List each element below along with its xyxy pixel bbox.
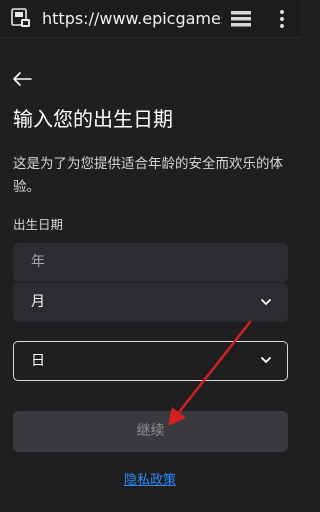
day-select[interactable]: 日 [13, 341, 288, 381]
tabs-icon[interactable] [229, 8, 255, 30]
chevron-down-icon [261, 357, 271, 363]
app-screen: https://www.epicgames.c 输入您的出生日期 这是为了为您提… [0, 0, 300, 512]
browser-address-bar: https://www.epicgames.c [0, 0, 300, 38]
url-text[interactable]: https://www.epicgames.c [42, 9, 222, 29]
year-input[interactable]: 年 [13, 243, 288, 282]
page-description: 这是为了为您提供适合年龄的安全而欢乐的体验。 [13, 156, 283, 195]
day-value: 日 [31, 353, 45, 369]
privacy-policy-link[interactable]: 隐私政策 [0, 472, 300, 490]
continue-button[interactable]: 继续 [13, 411, 288, 452]
page-title: 输入您的出生日期 [13, 107, 173, 131]
chevron-down-icon [261, 299, 271, 305]
overflow-menu-icon[interactable] [278, 8, 286, 30]
back-arrow-icon[interactable] [11, 70, 33, 88]
month-select[interactable]: 月 [13, 283, 288, 322]
year-placeholder: 年 [31, 254, 45, 270]
month-value: 月 [31, 294, 45, 310]
birthdate-label: 出生日期 [13, 217, 64, 232]
site-favicon-icon[interactable] [10, 7, 32, 29]
